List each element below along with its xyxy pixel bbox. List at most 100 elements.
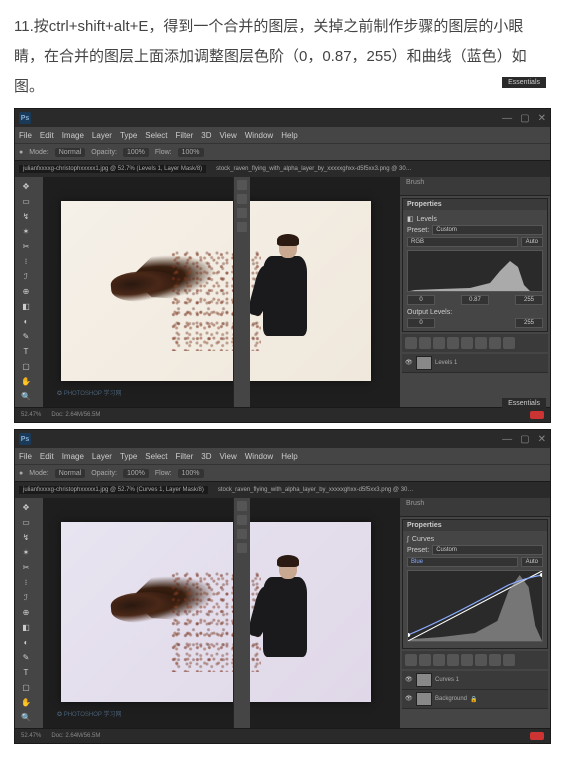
history-icon[interactable]: [237, 180, 247, 190]
zoom-level[interactable]: 52.47%: [21, 733, 41, 739]
wand-tool-icon[interactable]: ✶: [17, 545, 35, 559]
brush-tool-icon[interactable]: ℐ: [17, 269, 35, 283]
minimize-icon[interactable]: —: [502, 434, 512, 445]
adj-brightness-icon[interactable]: [405, 337, 417, 349]
layer-row-levels[interactable]: 👁 Levels 1: [402, 354, 548, 373]
hand-tool-icon[interactable]: ✋: [17, 374, 35, 388]
adj-exposure-icon[interactable]: [447, 654, 459, 666]
layer-name[interactable]: Background: [435, 696, 467, 702]
adj-bw-icon[interactable]: [489, 337, 501, 349]
crop-tool-icon[interactable]: ✂: [17, 239, 35, 253]
flow-field[interactable]: 100%: [178, 469, 204, 478]
hand-tool-icon[interactable]: ✋: [17, 695, 35, 709]
curves-graph[interactable]: [407, 570, 543, 642]
adj-curves-icon[interactable]: [433, 654, 445, 666]
doc-tab-main[interactable]: julianfxxxxg-christophxxxxx1.jpg @ 52.7%…: [19, 486, 208, 494]
channel-dropdown[interactable]: RGB: [407, 237, 518, 247]
adj-photo-filter-icon[interactable]: [503, 337, 515, 349]
levels-mid-input[interactable]: 0.87: [461, 295, 489, 305]
adjustments-icon[interactable]: [237, 208, 247, 218]
adj-vibrance-icon[interactable]: [461, 654, 473, 666]
opacity-field[interactable]: 100%: [123, 469, 149, 478]
pen-tool-icon[interactable]: ✎: [17, 329, 35, 343]
adj-bw-icon[interactable]: [489, 654, 501, 666]
main-menu[interactable]: File Edit Image Layer Type Select Filter…: [15, 127, 550, 143]
options-bar[interactable]: ● Mode: Normal Opacity: 100% Flow: 100%: [15, 143, 550, 160]
mode-dropdown[interactable]: Normal: [55, 469, 86, 478]
text-tool-icon[interactable]: T: [17, 344, 35, 358]
adj-photo-filter-icon[interactable]: [503, 654, 515, 666]
menu-3d[interactable]: 3D: [201, 131, 211, 140]
toolbox[interactable]: ✥ ▭ ↯ ✶ ✂ ⁝ ℐ ⊕ ◧ ◐ ✎ T ▢ ✋ 🔍: [15, 498, 43, 728]
doc-tab-main[interactable]: julianfxxxxg-christophxxxxx1.jpg @ 52.7%…: [19, 165, 206, 173]
menu-layer[interactable]: Layer: [92, 452, 112, 461]
menu-filter[interactable]: Filter: [176, 452, 194, 461]
levels-highlight-input[interactable]: 255: [515, 295, 543, 305]
adjustments-icon[interactable]: [237, 529, 247, 539]
workspace-switcher[interactable]: Essentials: [502, 77, 546, 88]
move-tool-icon[interactable]: ✥: [17, 500, 35, 514]
brush-tool-icon[interactable]: ℐ: [17, 590, 35, 604]
history-icon[interactable]: [237, 501, 247, 511]
workspace-switcher[interactable]: Essentials: [502, 398, 546, 409]
layer-name[interactable]: Curves 1: [435, 677, 459, 683]
zoom-level[interactable]: 52.47%: [21, 412, 41, 418]
menu-view[interactable]: View: [220, 131, 237, 140]
menu-image[interactable]: Image: [62, 452, 84, 461]
menu-3d[interactable]: 3D: [201, 452, 211, 461]
properties-header[interactable]: Properties: [403, 199, 547, 210]
eraser-tool-icon[interactable]: ◧: [17, 620, 35, 634]
visibility-icon[interactable]: 👁: [405, 676, 413, 684]
doc-tab-raven[interactable]: stock_raven_flying_with_alpha_layer_by_x…: [214, 486, 418, 494]
menu-file[interactable]: File: [19, 131, 32, 140]
lasso-tool-icon[interactable]: ↯: [17, 530, 35, 544]
brush-preset-icon[interactable]: ●: [19, 470, 23, 477]
menu-type[interactable]: Type: [120, 131, 137, 140]
stamp-tool-icon[interactable]: ⊕: [17, 605, 35, 619]
toolbox[interactable]: ✥ ▭ ↯ ✶ ✂ ⁝ ℐ ⊕ ◧ ◐ ✎ T ▢ ✋ 🔍: [15, 177, 43, 407]
opacity-field[interactable]: 100%: [123, 148, 149, 157]
eraser-tool-icon[interactable]: ◧: [17, 299, 35, 313]
menu-type[interactable]: Type: [120, 452, 137, 461]
adj-exposure-icon[interactable]: [447, 337, 459, 349]
shape-tool-icon[interactable]: ▢: [17, 680, 35, 694]
layer-thumb[interactable]: [416, 673, 432, 687]
mode-dropdown[interactable]: Normal: [55, 148, 86, 157]
menu-help[interactable]: Help: [281, 131, 297, 140]
canvas[interactable]: [61, 201, 371, 381]
zoom-tool-icon[interactable]: 🔍: [17, 389, 35, 403]
adj-hue-icon[interactable]: [475, 337, 487, 349]
panel-dock-strip[interactable]: [233, 498, 250, 728]
preset-dropdown[interactable]: Custom: [432, 225, 543, 235]
brush-preset-icon[interactable]: ●: [19, 149, 23, 156]
levels-histogram[interactable]: [407, 250, 543, 292]
window-controls[interactable]: — ▢ ✕: [502, 434, 546, 445]
layer-row-curves[interactable]: 👁 Curves 1: [402, 671, 548, 690]
adj-vibrance-icon[interactable]: [461, 337, 473, 349]
move-tool-icon[interactable]: ✥: [17, 179, 35, 193]
flow-field[interactable]: 100%: [178, 148, 204, 157]
adj-levels-icon[interactable]: [419, 654, 431, 666]
adj-brightness-icon[interactable]: [405, 654, 417, 666]
eyedropper-tool-icon[interactable]: ⁝: [17, 254, 35, 268]
layer-name[interactable]: Levels 1: [435, 360, 457, 366]
pen-tool-icon[interactable]: ✎: [17, 650, 35, 664]
adjustments-grid[interactable]: [402, 334, 548, 352]
menu-file[interactable]: File: [19, 452, 32, 461]
auto-button[interactable]: Auto: [521, 557, 543, 567]
menu-select[interactable]: Select: [145, 452, 167, 461]
document-tabs[interactable]: julianfxxxxg-christophxxxxx1.jpg @ 52.7%…: [15, 160, 550, 177]
brush-panel-tab[interactable]: Brush: [400, 177, 550, 196]
menu-edit[interactable]: Edit: [40, 452, 54, 461]
layers-panel[interactable]: 👁 Levels 1: [402, 354, 548, 373]
adj-hue-icon[interactable]: [475, 654, 487, 666]
maximize-icon[interactable]: ▢: [520, 434, 529, 445]
menu-window[interactable]: Window: [245, 131, 273, 140]
text-tool-icon[interactable]: T: [17, 665, 35, 679]
channel-dropdown[interactable]: Blue: [407, 557, 518, 567]
output-shadow-input[interactable]: 0: [407, 318, 435, 328]
notification-icon[interactable]: [530, 732, 544, 740]
menu-layer[interactable]: Layer: [92, 131, 112, 140]
maximize-icon[interactable]: ▢: [520, 113, 529, 124]
canvas-area[interactable]: ✪ PHOTOSHOP 学习网: [43, 498, 400, 728]
